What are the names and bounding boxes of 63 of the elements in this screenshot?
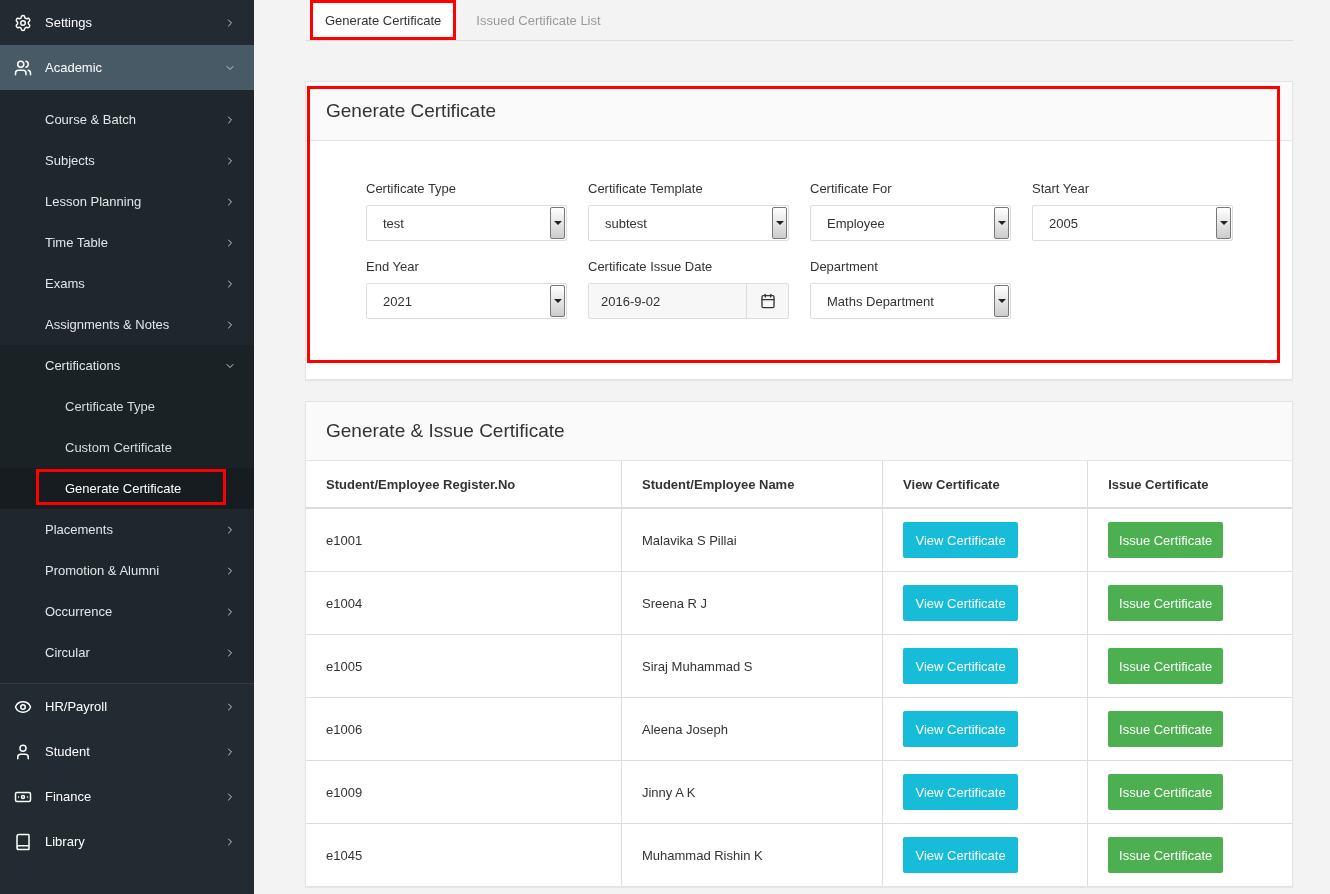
menu-item-icon [14,742,32,761]
field-label: Certificate For [810,181,893,196]
field-label: Certificate Template [588,181,704,196]
column-header: View Certificate [882,461,1088,508]
sidebar-subitem[interactable]: Subjects [0,140,254,181]
sidebar-subitem[interactable]: Exams [0,263,254,304]
sidebar-subitem[interactable]: Assignments & Notes [0,304,254,345]
table-cell: Malavika S Pillai [621,508,883,572]
select-field[interactable]: 2005 [1032,205,1233,241]
field-label: End Year [366,259,420,274]
select-field[interactable]: test [366,205,567,241]
select-field[interactable]: Maths Department [810,283,1011,319]
table-cell: Sreena R J [621,571,883,635]
select-field[interactable]: 2021 [366,283,567,319]
table-cell: e1045 [306,823,622,886]
table-cell: Siraj Muhammad S [621,634,883,698]
menu-item-icon [14,13,32,32]
column-header: Student/Employee Register.No [306,461,622,508]
sidebar-item[interactable]: Settings [0,0,254,45]
column-header: Student/Employee Name [621,461,883,508]
sidebar-subitem[interactable]: Occurrence [0,591,254,632]
menu-item-icon [14,58,32,77]
sidebar-item[interactable]: HR/Payroll [0,684,254,729]
tab[interactable]: Generate Certificate [310,0,457,40]
sidebar-subitem[interactable]: Promotion & Alumni [0,550,254,591]
sidebar-subitem[interactable]: Course & Batch [0,99,254,140]
field-label: Start Year [1032,181,1091,196]
sidebar-item[interactable]: Academic [0,45,254,90]
dropdown-button[interactable] [772,207,787,239]
dropdown-button[interactable] [994,285,1009,317]
menu-item-icon [14,832,32,851]
dropdown-button[interactable] [1216,207,1231,239]
field-label: Certificate Type [366,181,458,196]
sidebar-item[interactable]: Library [0,819,254,864]
card-title: Generate Certificate [326,100,497,122]
card-title: Generate & Issue Certificate [326,420,565,442]
table-cell: Muhammad Rishin K [621,823,883,886]
field-label: Certificate Issue Date [588,259,714,274]
dropdown-button[interactable] [550,285,565,317]
table-cell: Aleena Joseph [621,697,883,761]
dropdown-button[interactable] [550,207,565,239]
sidebar-link[interactable]: Generate Certificate [0,468,254,509]
table-cell: e1001 [306,508,622,572]
table-cell: e1006 [306,697,622,761]
table-cell: e1005 [306,634,622,698]
sidebar-subitem[interactable]: Lesson Planning [0,181,254,222]
sidebar-subitem[interactable]: Time Table [0,222,254,263]
table-cell: e1009 [306,760,622,824]
table-cell: Jinny A K [621,760,883,824]
sidebar-subitem[interactable]: Certifications [0,345,254,386]
column-header: Issue Certificate [1087,461,1292,508]
select-field[interactable]: subtest [588,205,789,241]
field-label: Department [810,259,879,274]
date-field[interactable]: 2016-9-02 [588,283,789,319]
sidebar-link[interactable]: Certificate Type [0,386,254,427]
table-cell: e1004 [306,571,622,635]
sidebar-item[interactable]: Finance [0,774,254,819]
sidebar-item[interactable]: Student [0,729,254,774]
sidebar-subitem[interactable]: Circular [0,632,254,673]
dropdown-button[interactable] [994,207,1009,239]
sidebar-subitem[interactable]: Placements [0,509,254,550]
select-field[interactable]: Employee [810,205,1011,241]
sidebar-link[interactable]: Custom Certificate [0,427,254,468]
